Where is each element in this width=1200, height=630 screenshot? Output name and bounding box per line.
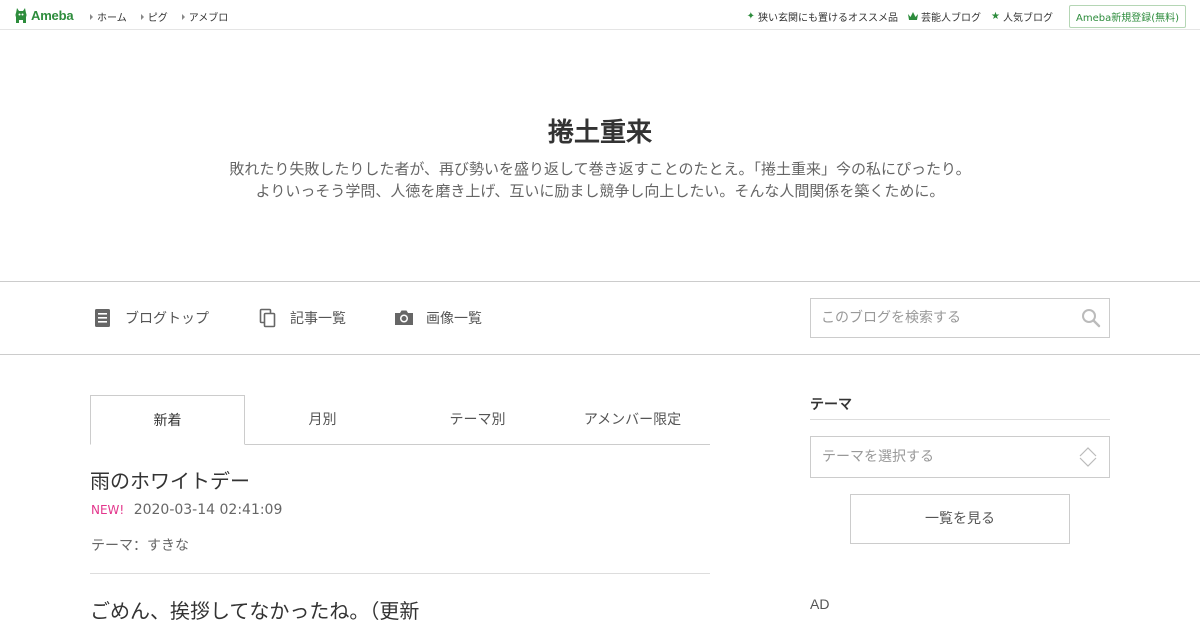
image-list-label: 画像一覧: [426, 311, 482, 327]
promo-link-label: 狭い玄関にも置けるオススメ品: [758, 13, 899, 24]
article-list-link[interactable]: 記事一覧: [258, 308, 346, 328]
blog-description-line-2: よりいっそう学問、人徳を磨き上げ、互いに励まし競争し向上したい。そんな人間関係を…: [255, 182, 945, 200]
new-badge: NEW!: [91, 503, 125, 517]
nav-ameblo-label: アメブロ: [188, 13, 229, 24]
popular-blog-link[interactable]: ★ 人気ブログ: [991, 9, 1053, 24]
blog-top-label: ブログトップ: [125, 311, 209, 327]
caret-right-icon: [181, 13, 185, 20]
copy-icon: [259, 308, 276, 328]
select-arrows-icon: [1079, 447, 1097, 467]
nav-home-label: ホーム: [97, 13, 127, 24]
tab-monthly[interactable]: 月別: [245, 395, 400, 445]
star-icon: ★: [991, 11, 1000, 22]
logo-text: Ameba: [31, 8, 74, 23]
theme-select[interactable]: テーマを選択する: [810, 436, 1110, 478]
nav-home[interactable]: ホーム: [90, 9, 127, 24]
caret-right-icon: [90, 13, 93, 20]
sparkle-icon: ✦: [746, 11, 756, 22]
image-list-link[interactable]: 画像一覧: [394, 308, 482, 328]
article-list-label: 記事一覧: [290, 311, 346, 327]
blog-top-link[interactable]: ブログトップ: [93, 308, 209, 328]
signup-button[interactable]: Ameba新規登録(無料): [1068, 5, 1186, 28]
blog-nav: ブログトップ 記事一覧 画像一覧: [0, 281, 1200, 355]
global-nav: ホーム ピグ アメブロ: [90, 9, 242, 24]
view-list-button[interactable]: 一覧を見る: [850, 494, 1070, 544]
global-header: Ameba ホーム ピグ アメブロ ✦ 狭い玄関にも置けるオススメ品 芸能人ブロ…: [0, 0, 1200, 30]
popular-blog-label: 人気ブログ: [1002, 13, 1053, 24]
tab-latest[interactable]: 新着: [90, 395, 245, 445]
article-theme[interactable]: テーマ：すきな: [91, 535, 189, 555]
tab-by-theme[interactable]: テーマ別: [400, 395, 555, 445]
nav-pigg[interactable]: ピグ: [140, 9, 168, 24]
blog-search-input[interactable]: [811, 299, 1066, 337]
theme-select-placeholder: テーマを選択する: [822, 449, 934, 465]
nav-pigg-label: ピグ: [147, 13, 168, 24]
blog-title[interactable]: 捲土重来: [0, 112, 1200, 149]
document-icon: [95, 309, 110, 327]
promo-link[interactable]: ✦ 狭い玄関にも置けるオススメ品: [747, 9, 898, 24]
tab-amember-only[interactable]: アメンバー限定: [555, 395, 710, 445]
blog-description-line-1: 敗れたり失敗したりした者が、再び勢いを盛り返して巻き返すことのたとえ。「捲土重来…: [229, 160, 971, 178]
article-title-2[interactable]: ごめん、挨拶してなかったね。（更新: [90, 595, 419, 624]
header-right-links: ✦ 狭い玄関にも置けるオススメ品 芸能人ブログ ★ 人気ブログ Ameba新規登…: [747, 5, 1186, 28]
nav-ameblo[interactable]: アメブロ: [181, 9, 229, 24]
theme-heading-divider: [810, 419, 1110, 420]
camera-icon: [395, 310, 413, 325]
blog-search: [810, 298, 1110, 338]
search-icon[interactable]: [1081, 308, 1101, 328]
crown-icon: [908, 12, 919, 20]
ameba-logo-icon: [15, 8, 27, 23]
celebrity-blog-link[interactable]: 芸能人ブログ: [908, 9, 981, 24]
article-divider: [90, 573, 710, 574]
article-title[interactable]: 雨のホワイトデー: [90, 465, 250, 494]
celebrity-blog-label: 芸能人ブログ: [921, 13, 982, 24]
theme-heading: テーマ: [810, 397, 852, 413]
article-meta: NEW! 2020-03-14 02:41:09: [91, 502, 282, 518]
caret-right-icon: [140, 13, 144, 20]
blog-description: 敗れたり失敗したりした者が、再び勢いを盛り返して巻き返すことのたとえ。「捲土重来…: [0, 158, 1200, 202]
article-tabs: 新着 月別 テーマ別 アメンバー限定: [90, 395, 710, 445]
ameba-logo[interactable]: Ameba: [14, 7, 74, 24]
ad-label: AD: [810, 596, 830, 612]
article-date: 2020-03-14 02:41:09: [133, 502, 283, 518]
